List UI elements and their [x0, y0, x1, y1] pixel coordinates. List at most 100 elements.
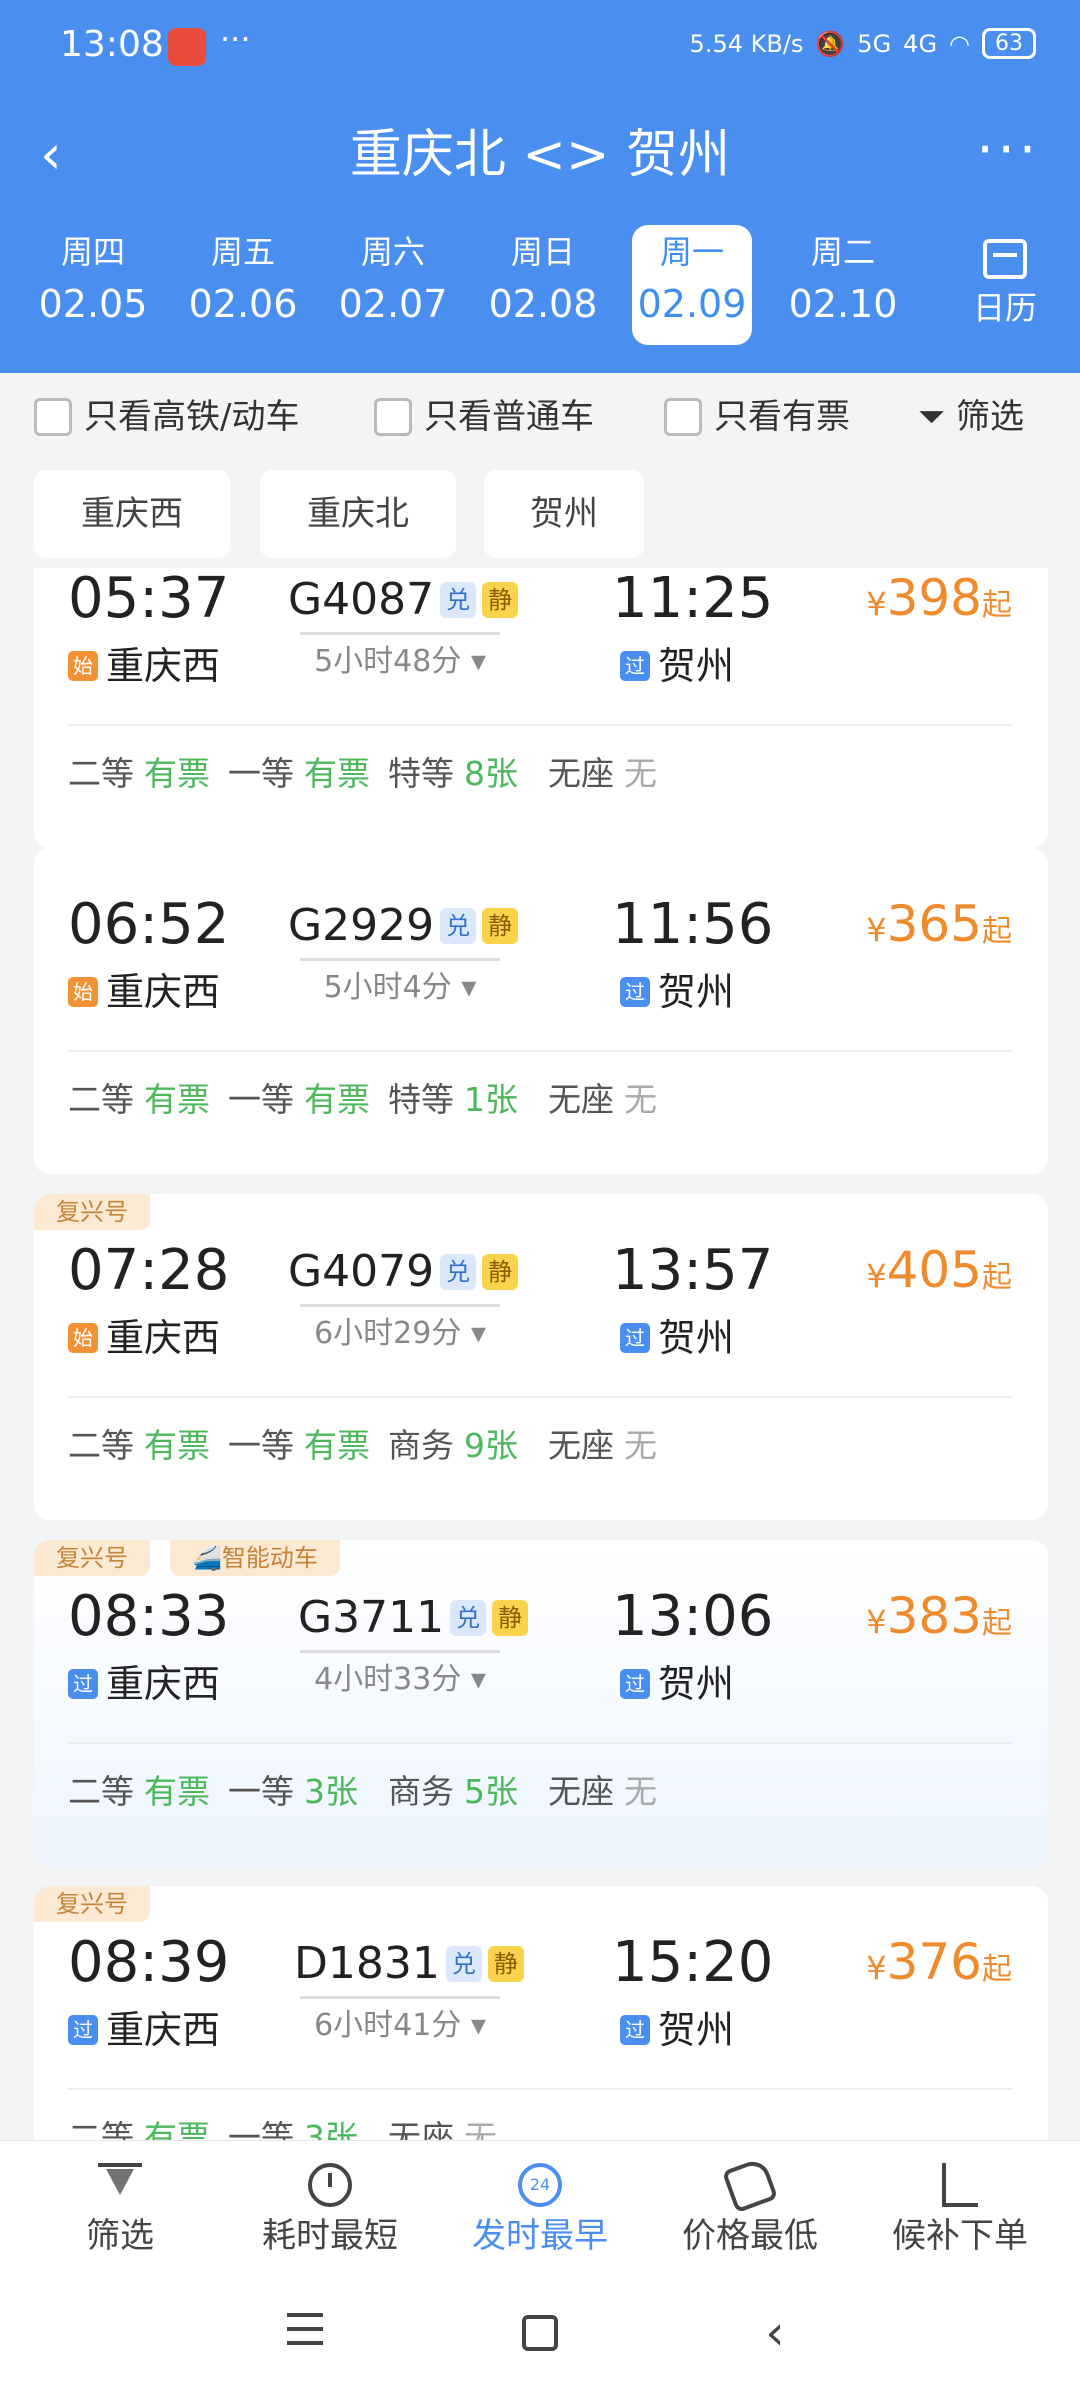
normal-train-checkbox[interactable]: 只看普通车: [374, 395, 594, 439]
divider: [68, 1396, 1012, 1398]
train-number: G4087 兑 静: [288, 570, 519, 630]
back-nav-icon[interactable]: ‹: [745, 2303, 805, 2363]
duration-text: 5小时4分: [323, 970, 452, 1005]
seat-count: 1张: [464, 1080, 518, 1119]
app-notification-icon: [168, 28, 206, 66]
filter-label: 筛选: [956, 397, 1024, 437]
seat-count: 有票: [304, 1426, 370, 1465]
seat-count: 无: [624, 1772, 657, 1811]
divider: [68, 724, 1012, 726]
header: 13:08 ··· 5.54 KB/s 🔕 5G 4G ◠ 63 ‹ 重庆北 <…: [0, 0, 1080, 373]
tab-shortest-duration[interactable]: 耗时最短: [230, 2141, 430, 2266]
status-bar: 13:08 ··· 5.54 KB/s 🔕 5G 4G ◠ 63: [0, 0, 1080, 100]
tab-label: 发时最早: [472, 2216, 608, 2256]
seat-class-name: 特等: [388, 1080, 454, 1119]
train-number: G4079 兑 静: [288, 1242, 519, 1302]
fuxing-tag: 复兴号: [34, 1194, 150, 1230]
weekday: 周五: [210, 233, 275, 271]
station-tab[interactable]: 重庆北: [260, 470, 456, 558]
train-number-text: G4087: [288, 574, 435, 625]
titlebar: ‹ 重庆北 <> 贺州 ···: [0, 110, 1080, 200]
station-tab[interactable]: 重庆西: [34, 470, 230, 558]
from-station: 过 重庆西: [68, 2004, 220, 2056]
seat-class: 一等 3张: [228, 1762, 358, 1822]
duration[interactable]: 6小时41分 ▾: [300, 2004, 500, 2048]
seat-class: 无座无: [548, 1416, 657, 1476]
calendar-button[interactable]: 日历: [950, 225, 1060, 345]
duration[interactable]: 5小时4分 ▾: [300, 966, 500, 1010]
seat-class: 二等 有票: [68, 1416, 210, 1476]
tab-earliest-departure[interactable]: 24 发时最早: [440, 2141, 640, 2266]
train-card[interactable]: 复兴号 07:28 G4079 兑 静 13:57 6小时29分 ▾ 始 重庆西…: [34, 1194, 1048, 1520]
price-value: 383: [886, 1587, 982, 1645]
from-station-name: 重庆西: [106, 2008, 221, 2052]
date-item[interactable]: 周六 02.07: [328, 225, 458, 345]
date-item[interactable]: 周二 02.10: [778, 225, 908, 345]
to-station: 过 贺州: [620, 1658, 734, 1710]
to-station-name: 贺州: [658, 644, 735, 688]
price-suffix: 起: [982, 1606, 1012, 1641]
seat-count: 无: [624, 754, 657, 793]
price-suffix: 起: [982, 1260, 1012, 1295]
tab-lowest-price[interactable]: 价格最低: [650, 2141, 850, 2266]
pass-icon: 过: [620, 1669, 650, 1699]
high-speed-label: 只看高铁/动车: [84, 397, 300, 437]
seat-row: 二等 有票 一等 有票 特等 1张 无座无: [68, 1070, 1018, 1130]
status-more-dots: ···: [220, 20, 251, 58]
home-icon[interactable]: [510, 2303, 570, 2363]
to-station: 过 贺州: [620, 640, 734, 692]
duration[interactable]: 5小时48分 ▾: [300, 640, 500, 684]
pass-icon: 过: [620, 1323, 650, 1353]
calendar-label: 日历: [972, 289, 1037, 327]
train-card[interactable]: 复兴号 08:39 D1831 兑 静 15:20 6小时41分 ▾ 过 重庆西…: [34, 1886, 1048, 2140]
available-only-checkbox[interactable]: 只看有票: [664, 395, 850, 439]
station-tab[interactable]: 贺州: [484, 470, 644, 558]
route-title: 重庆北 <> 贺州: [349, 125, 731, 185]
filter-button[interactable]: ⏷ 筛选: [918, 395, 1024, 439]
date-item[interactable]: 周四 02.05: [28, 225, 158, 345]
origin-icon: 始: [68, 651, 98, 681]
to-station-name: 贺州: [658, 2008, 735, 2052]
exchange-badge: 兑: [440, 908, 477, 944]
tab-filter[interactable]: 筛选: [20, 2141, 220, 2266]
more-button[interactable]: ···: [977, 120, 1041, 180]
checkbox-icon: [34, 398, 72, 436]
duration[interactable]: 4小时33分 ▾: [300, 1658, 500, 1702]
high-speed-checkbox[interactable]: 只看高铁/动车: [34, 395, 299, 439]
seat-class-name: 一等: [228, 2118, 294, 2140]
station-tabs: 重庆西 重庆北 贺州: [0, 470, 1080, 560]
tab-waitlist-order[interactable]: 候补下单: [860, 2141, 1060, 2266]
exchange-badge: 兑: [440, 582, 477, 618]
train-card[interactable]: 05:37 G4087 兑 静 11:25 5小时48分 ▾ 始 重庆西 过 贺…: [34, 568, 1048, 848]
arrival-time: 13:06: [612, 1584, 774, 1649]
exchange-badge: 兑: [445, 1946, 482, 1982]
train-number-text: G3711: [298, 1592, 445, 1643]
seat-class: 一等 3张: [228, 2108, 358, 2140]
tab-label: 耗时最短: [262, 2216, 398, 2256]
weekday: 周六: [360, 233, 425, 271]
price-suffix: 起: [982, 588, 1012, 623]
seat-class: 无座无: [548, 1070, 657, 1130]
date-item[interactable]: 周日 02.08: [478, 225, 608, 345]
seat-class-name: 一等: [228, 1080, 294, 1119]
duration[interactable]: 6小时29分 ▾: [300, 1312, 500, 1356]
arrival-time: 11:25: [612, 568, 774, 631]
pass-icon: 过: [620, 977, 650, 1007]
currency-symbol: ¥: [866, 1257, 887, 1295]
seat-count: 3张: [304, 2118, 358, 2140]
seat-row: 二等 有票 一等 有票 商务 9张 无座无: [68, 1416, 1018, 1476]
date-item[interactable]: 周五 02.06: [178, 225, 308, 345]
seat-class-name: 一等: [228, 1426, 294, 1465]
menu-icon[interactable]: [275, 2303, 335, 2363]
seat-class: 商务 9张: [388, 1416, 518, 1476]
date: 02.10: [788, 282, 898, 326]
date-item-selected[interactable]: 周一 02.09: [632, 225, 752, 345]
seat-class-name: 二等: [68, 1080, 134, 1119]
exchange-badge: 兑: [440, 1254, 477, 1290]
divider: [68, 1742, 1012, 1744]
clock-icon: [308, 2163, 352, 2207]
train-card[interactable]: 06:52 G2929 兑 静 11:56 5小时4分 ▾ 始 重庆西 过 贺州…: [34, 848, 1048, 1174]
train-card[interactable]: 复兴号 🚄智能动车 08:33 G3711 兑 静 13:06 4小时33分 ▾…: [34, 1540, 1048, 1866]
checkbox-icon: [374, 398, 412, 436]
duration-line: [300, 958, 500, 961]
